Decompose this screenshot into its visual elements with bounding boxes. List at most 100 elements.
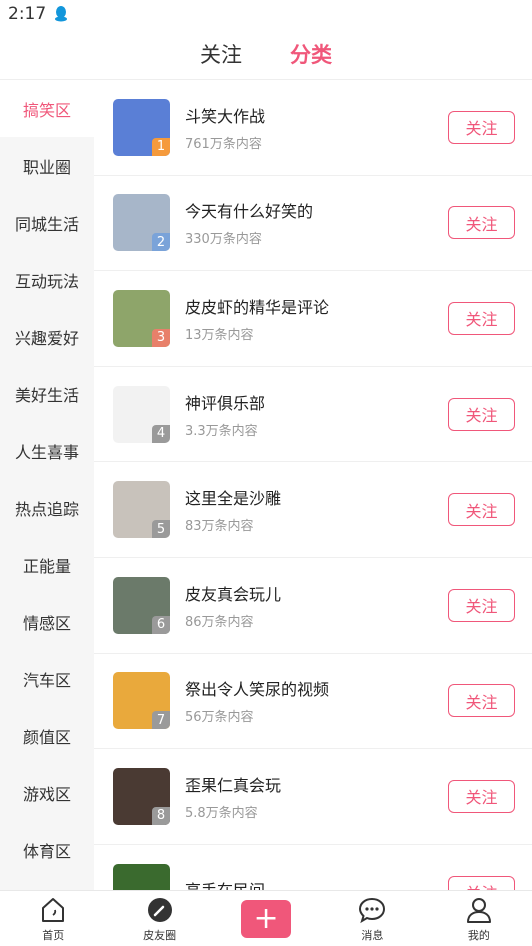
chat-bubble-icon — [359, 897, 386, 924]
topic-count: 330万条内容 — [185, 232, 262, 248]
follow-button[interactable]: 关注 — [448, 588, 515, 622]
follow-button[interactable]: 关注 — [448, 779, 515, 813]
sidebar-item-local[interactable]: 同城生活 — [0, 194, 94, 251]
topic-row[interactable]: 6 皮友真会玩儿 86万条内容 关注 — [94, 558, 532, 654]
tab-follow[interactable]: 关注 — [200, 39, 242, 69]
topic-title: 今天有什么好笑的 — [185, 202, 314, 222]
sidebar-item-interactive[interactable]: 互动玩法 — [0, 251, 94, 308]
sidebar-item-hobby[interactable]: 兴趣爱好 — [0, 308, 94, 365]
follow-button[interactable]: 关注 — [448, 493, 515, 527]
follow-button[interactable]: 关注 — [448, 206, 515, 240]
rank-badge: 4 — [152, 424, 170, 443]
user-icon — [466, 898, 491, 923]
topic-title: 神评俱乐部 — [185, 393, 266, 413]
follow-button[interactable]: 关注 — [448, 301, 515, 335]
sidebar-item-life-events[interactable]: 人生喜事 — [0, 422, 94, 479]
topic-thumbnail[interactable]: 2 — [113, 194, 170, 252]
home-icon — [42, 898, 65, 922]
follow-button[interactable]: 关注 — [448, 110, 515, 144]
main-content: 搞笑区 职业圈 同城生活 互动玩法 兴趣爱好 美好生活 人生喜事 热点追踪 正能… — [0, 80, 532, 890]
topic-info: 皮友真会玩儿 86万条内容 — [185, 581, 448, 630]
topic-count: 13万条内容 — [185, 327, 254, 343]
nav-circle-label: 皮友圈 — [143, 929, 177, 942]
topic-info: 这里全是沙雕 83万条内容 — [185, 485, 448, 534]
sidebar-item-looks[interactable]: 颜值区 — [0, 707, 94, 764]
topic-row[interactable]: 2 今天有什么好笑的 330万条内容 关注 — [94, 176, 532, 272]
nav-profile-label: 我的 — [467, 929, 490, 942]
topic-info: 今天有什么好笑的 330万条内容 — [185, 198, 448, 247]
sidebar-item-lifestyle[interactable]: 美好生活 — [0, 365, 94, 422]
status-bar: 2:17 — [0, 0, 532, 28]
nav-publish[interactable]: + — [213, 891, 319, 946]
topic-count: 761万条内容 — [185, 136, 262, 152]
sidebar-item-career[interactable]: 职业圈 — [0, 137, 94, 194]
topic-row[interactable]: 1 斗笑大作战 761万条内容 关注 — [94, 80, 532, 176]
topic-info: 神评俱乐部 3.3万条内容 — [185, 390, 448, 439]
nav-circle[interactable]: 皮友圈 — [106, 891, 212, 946]
bottom-nav: 首页 皮友圈 + 消息 我的 — [0, 890, 532, 946]
topic-count: 3.3万条内容 — [185, 423, 258, 439]
nav-home-label: 首页 — [42, 929, 65, 942]
qq-icon — [55, 6, 68, 22]
topic-thumbnail[interactable]: 8 — [113, 767, 170, 825]
sidebar-item-sports[interactable]: 体育区 — [0, 821, 94, 878]
topic-thumbnail[interactable]: 3 — [113, 289, 170, 347]
status-time: 2:17 — [8, 4, 47, 24]
top-tabs: 关注 分类 — [0, 28, 532, 80]
topic-title: 斗笑大作战 — [185, 106, 266, 126]
topic-thumbnail[interactable]: 5 — [113, 481, 170, 539]
rank-badge: 5 — [152, 520, 170, 539]
topic-row[interactable]: 5 这里全是沙雕 83万条内容 关注 — [94, 462, 532, 558]
topic-title: 皮友真会玩儿 — [185, 584, 282, 604]
rank-badge: 1 — [152, 137, 170, 156]
topic-info: 斗笑大作战 761万条内容 — [185, 103, 448, 152]
follow-button[interactable]: 关注 — [448, 875, 515, 890]
topic-title: 歪果仁真会玩 — [185, 775, 282, 795]
topic-info: 歪果仁真会玩 5.8万条内容 — [185, 772, 448, 821]
topic-row[interactable]: 4 神评俱乐部 3.3万条内容 关注 — [94, 367, 532, 463]
nav-profile[interactable]: 我的 — [426, 891, 532, 946]
topic-title: 祭出令人笑尿的视频 — [185, 680, 330, 700]
nav-messages[interactable]: 消息 — [319, 891, 425, 946]
follow-button[interactable]: 关注 — [448, 684, 515, 718]
nav-messages-label: 消息 — [361, 929, 384, 942]
rank-badge: 8 — [152, 806, 170, 825]
topic-row[interactable]: 9 高手在民间关注 — [94, 845, 532, 890]
topic-count: 83万条内容 — [185, 519, 254, 535]
topic-thumbnail[interactable]: 7 — [113, 672, 170, 730]
sidebar-item-funny[interactable]: 搞笑区 — [0, 80, 94, 137]
rank-badge: 2 — [152, 233, 170, 252]
topic-row[interactable]: 8 歪果仁真会玩 5.8万条内容 关注 — [94, 749, 532, 845]
compass-icon — [147, 898, 172, 922]
sidebar-item-cars[interactable]: 汽车区 — [0, 650, 94, 707]
topic-thumbnail[interactable]: 9 — [113, 863, 170, 890]
plus-icon: + — [253, 900, 279, 936]
sidebar-item-emotion[interactable]: 情感区 — [0, 593, 94, 650]
rank-badge: 3 — [152, 328, 170, 347]
follow-button[interactable]: 关注 — [448, 397, 515, 431]
topic-list: 1 斗笑大作战 761万条内容 关注 2 今天有什么好笑的 330万条内容 关注 3 皮皮虾的精华… — [94, 80, 532, 890]
topic-thumbnail[interactable]: 1 — [113, 98, 170, 156]
topic-title: 皮皮虾的精华是评论 — [185, 297, 330, 317]
topic-title: 这里全是沙雕 — [185, 489, 282, 509]
sidebar-item-games[interactable]: 游戏区 — [0, 764, 94, 821]
topic-info: 皮皮虾的精华是评论 13万条内容 — [185, 294, 448, 343]
category-sidebar: 搞笑区 职业圈 同城生活 互动玩法 兴趣爱好 美好生活 人生喜事 热点追踪 正能… — [0, 80, 94, 890]
rank-badge: 6 — [152, 615, 170, 634]
rank-badge: 7 — [152, 711, 170, 730]
nav-home[interactable]: 首页 — [0, 891, 106, 946]
topic-thumbnail[interactable]: 4 — [113, 385, 170, 443]
topic-row[interactable]: 7 祭出令人笑尿的视频 56万条内容 关注 — [94, 654, 532, 750]
topic-count: 5.8万条内容 — [185, 805, 258, 821]
sidebar-item-positive[interactable]: 正能量 — [0, 536, 94, 593]
topic-row[interactable]: 3 皮皮虾的精华是评论 13万条内容 关注 — [94, 271, 532, 367]
sidebar-item-trending[interactable]: 热点追踪 — [0, 479, 94, 536]
tab-category[interactable]: 分类 — [290, 39, 332, 69]
publish-button[interactable]: + — [241, 899, 292, 938]
topic-info: 高手在民间 — [185, 877, 448, 890]
topic-count: 86万条内容 — [185, 614, 254, 630]
topic-thumbnail[interactable]: 6 — [113, 576, 170, 634]
topic-title: 高手在民间 — [185, 877, 448, 890]
topic-count: 56万条内容 — [185, 710, 254, 726]
topic-info: 祭出令人笑尿的视频 56万条内容 — [185, 676, 448, 725]
